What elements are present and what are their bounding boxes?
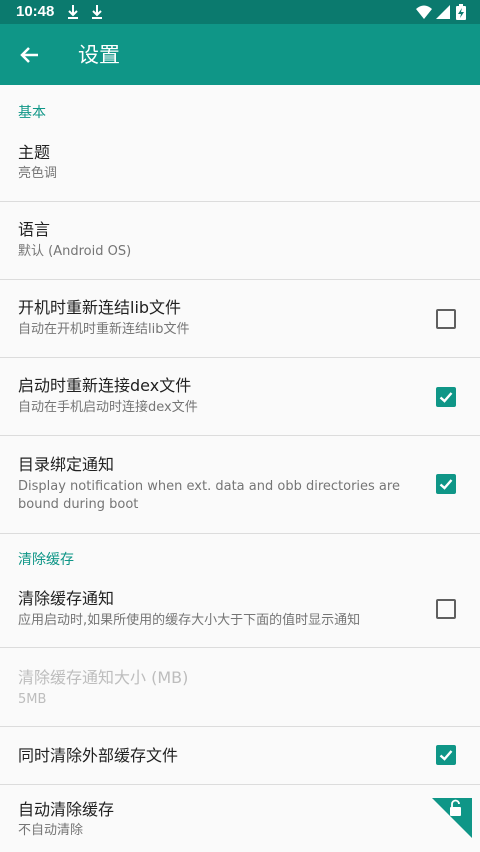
pref-cache-notify-size-title: 清除缓存通知大小 (MB) — [18, 668, 189, 687]
relink-lib-checkbox[interactable] — [436, 309, 456, 329]
pref-auto-clear-summary: 不自动清除 — [18, 823, 84, 838]
pref-theme[interactable]: 主题 亮色调 — [0, 127, 480, 202]
pref-clear-external-title: 同时清除外部缓存文件 — [18, 746, 179, 765]
checkmark-icon — [439, 392, 453, 403]
cache-notify-checkbox[interactable] — [436, 599, 456, 619]
pref-language[interactable]: 语言 默认 (Android OS) — [0, 202, 480, 280]
pref-auto-clear-title: 自动清除缓存 — [18, 800, 115, 819]
settings-list[interactable]: 基本 主题 亮色调 语言 默认 (Android OS) 开机时重新连结lib文… — [0, 85, 480, 852]
pref-relink-lib[interactable]: 开机时重新连结lib文件 自动在开机时重新连结lib文件 — [0, 280, 480, 358]
pref-bind-notify-title: 目录绑定通知 — [18, 455, 115, 474]
pref-theme-summary: 亮色调 — [18, 166, 58, 181]
download-icon — [92, 5, 102, 19]
signal-icon — [436, 5, 450, 19]
pref-relink-dex-title: 启动时重新连接dex文件 — [18, 376, 192, 395]
pref-theme-title: 主题 — [18, 143, 51, 162]
wifi-icon — [416, 5, 432, 19]
arrow-back-icon — [20, 47, 38, 63]
pref-relink-lib-summary: 自动在开机时重新连结lib文件 — [18, 322, 190, 337]
pref-bind-notify-summary: Display notification when ext. data and … — [18, 479, 400, 512]
section-header-basic: 基本 — [18, 105, 46, 121]
pref-language-title: 语言 — [18, 220, 51, 239]
pref-language-summary: 默认 (Android OS) — [18, 244, 132, 259]
pref-relink-dex[interactable]: 启动时重新连接dex文件 自动在手机启动时连接dex文件 — [0, 358, 480, 436]
pref-cache-notify-title: 清除缓存通知 — [18, 589, 115, 608]
pref-cache-notify-size[interactable]: 清除缓存通知大小 (MB) 5MB — [0, 648, 480, 727]
pref-cache-notify[interactable]: 清除缓存通知 应用启动时,如果所使用的缓存大小大于下面的值时显示通知 — [0, 572, 480, 648]
status-time: 10:48 — [16, 3, 55, 20]
pref-relink-dex-summary: 自动在手机启动时连接dex文件 — [18, 400, 198, 415]
bind-notify-checkbox[interactable] — [436, 474, 456, 494]
pref-bind-notify[interactable]: 目录绑定通知 Display notification when ext. da… — [0, 436, 480, 534]
checkmark-icon — [439, 479, 453, 490]
status-bar: 10:48 — [0, 0, 480, 24]
pref-clear-external[interactable]: 同时清除外部缓存文件 — [0, 727, 480, 785]
section-header-clear-cache: 清除缓存 — [18, 552, 74, 568]
pref-cache-notify-size-summary: 5MB — [18, 692, 47, 707]
battery-charging-icon — [456, 4, 466, 20]
back-button[interactable] — [10, 35, 50, 75]
download-icon — [68, 5, 78, 19]
clear-external-checkbox[interactable] — [436, 745, 456, 765]
checkmark-icon — [439, 750, 453, 761]
pref-cache-notify-summary: 应用启动时,如果所使用的缓存大小大于下面的值时显示通知 — [18, 613, 361, 628]
unlock-icon[interactable] — [432, 798, 472, 838]
pref-auto-clear[interactable]: 自动清除缓存 不自动清除 — [0, 785, 480, 852]
relink-dex-checkbox[interactable] — [436, 387, 456, 407]
pref-relink-lib-title: 开机时重新连结lib文件 — [18, 298, 182, 317]
toolbar: 设置 — [0, 24, 480, 85]
page-title: 设置 — [78, 43, 120, 67]
